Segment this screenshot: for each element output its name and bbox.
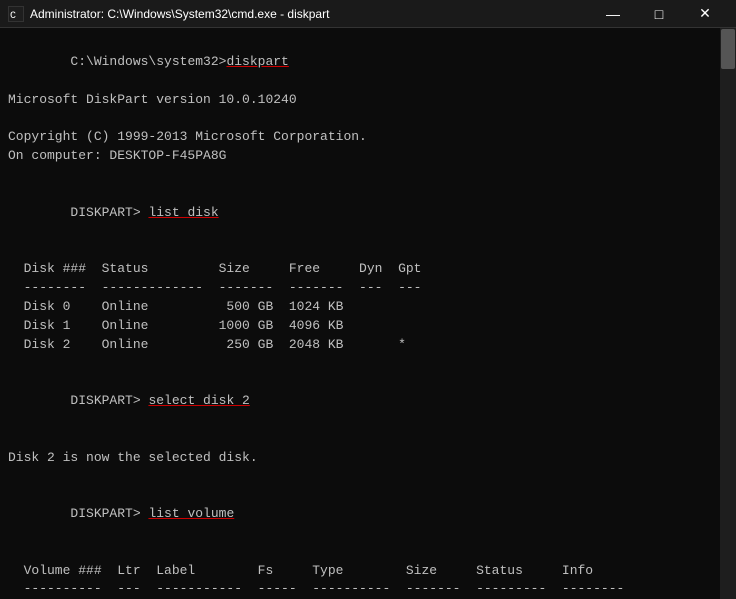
console-content: C:\Windows\system32>diskpart Microsoft D… [8, 34, 728, 599]
version-line: Microsoft DiskPart version 10.0.10240 [8, 91, 728, 110]
prompt1: DISKPART> [70, 205, 148, 220]
prompt2: DISKPART> [70, 393, 148, 408]
window-controls: — □ ✕ [590, 0, 728, 28]
blank3 [8, 241, 728, 260]
blank1 [8, 109, 728, 128]
cmd-diskpart: diskpart [226, 54, 288, 69]
scrollbar-thumb[interactable] [721, 29, 735, 69]
disk1-row: Disk 1 Online 1000 GB 4096 KB [8, 317, 728, 336]
path-label: C:\Windows\system32> [70, 54, 226, 69]
vol-table-header: Volume ### Ltr Label Fs Type Size Status… [8, 562, 728, 581]
close-button[interactable]: ✕ [682, 0, 728, 28]
computer-line: On computer: DESKTOP-F45PA8G [8, 147, 728, 166]
cmd2: select disk 2 [148, 393, 249, 408]
disk-selected-line: Disk 2 is now the selected disk. [8, 449, 728, 468]
cmd1: list disk [148, 205, 218, 220]
disk-table-sep: -------- ------------- ------- ------- -… [8, 279, 728, 298]
scrollbar[interactable] [720, 28, 736, 599]
initial-prompt-line: C:\Windows\system32>diskpart [8, 34, 728, 91]
blank2 [8, 166, 728, 185]
maximize-button[interactable]: □ [636, 0, 682, 28]
console-area[interactable]: C:\Windows\system32>diskpart Microsoft D… [0, 28, 736, 599]
cmd-icon: C [8, 6, 24, 22]
cmd3: list volume [148, 506, 234, 521]
disk0-row: Disk 0 Online 500 GB 1024 KB [8, 298, 728, 317]
prompt3: DISKPART> [70, 506, 148, 521]
prompt2-line: DISKPART> select disk 2 [8, 373, 728, 430]
blank4 [8, 354, 728, 373]
prompt1-line: DISKPART> list disk [8, 185, 728, 242]
disk-table-header: Disk ### Status Size Free Dyn Gpt [8, 260, 728, 279]
title-bar-left: C Administrator: C:\Windows\System32\cmd… [8, 6, 329, 22]
blank5 [8, 430, 728, 449]
blank6 [8, 467, 728, 486]
minimize-button[interactable]: — [590, 0, 636, 28]
copyright-line: Copyright (C) 1999-2013 Microsoft Corpor… [8, 128, 728, 147]
prompt3-line: DISKPART> list volume [8, 486, 728, 543]
title-bar: C Administrator: C:\Windows\System32\cmd… [0, 0, 736, 28]
window-title: Administrator: C:\Windows\System32\cmd.e… [30, 7, 329, 21]
blank7 [8, 543, 728, 562]
app-window: C Administrator: C:\Windows\System32\cmd… [0, 0, 736, 599]
vol-table-sep: ---------- --- ----------- ----- -------… [8, 580, 728, 599]
disk2-row: Disk 2 Online 250 GB 2048 KB * [8, 336, 728, 355]
svg-text:C: C [10, 11, 16, 21]
